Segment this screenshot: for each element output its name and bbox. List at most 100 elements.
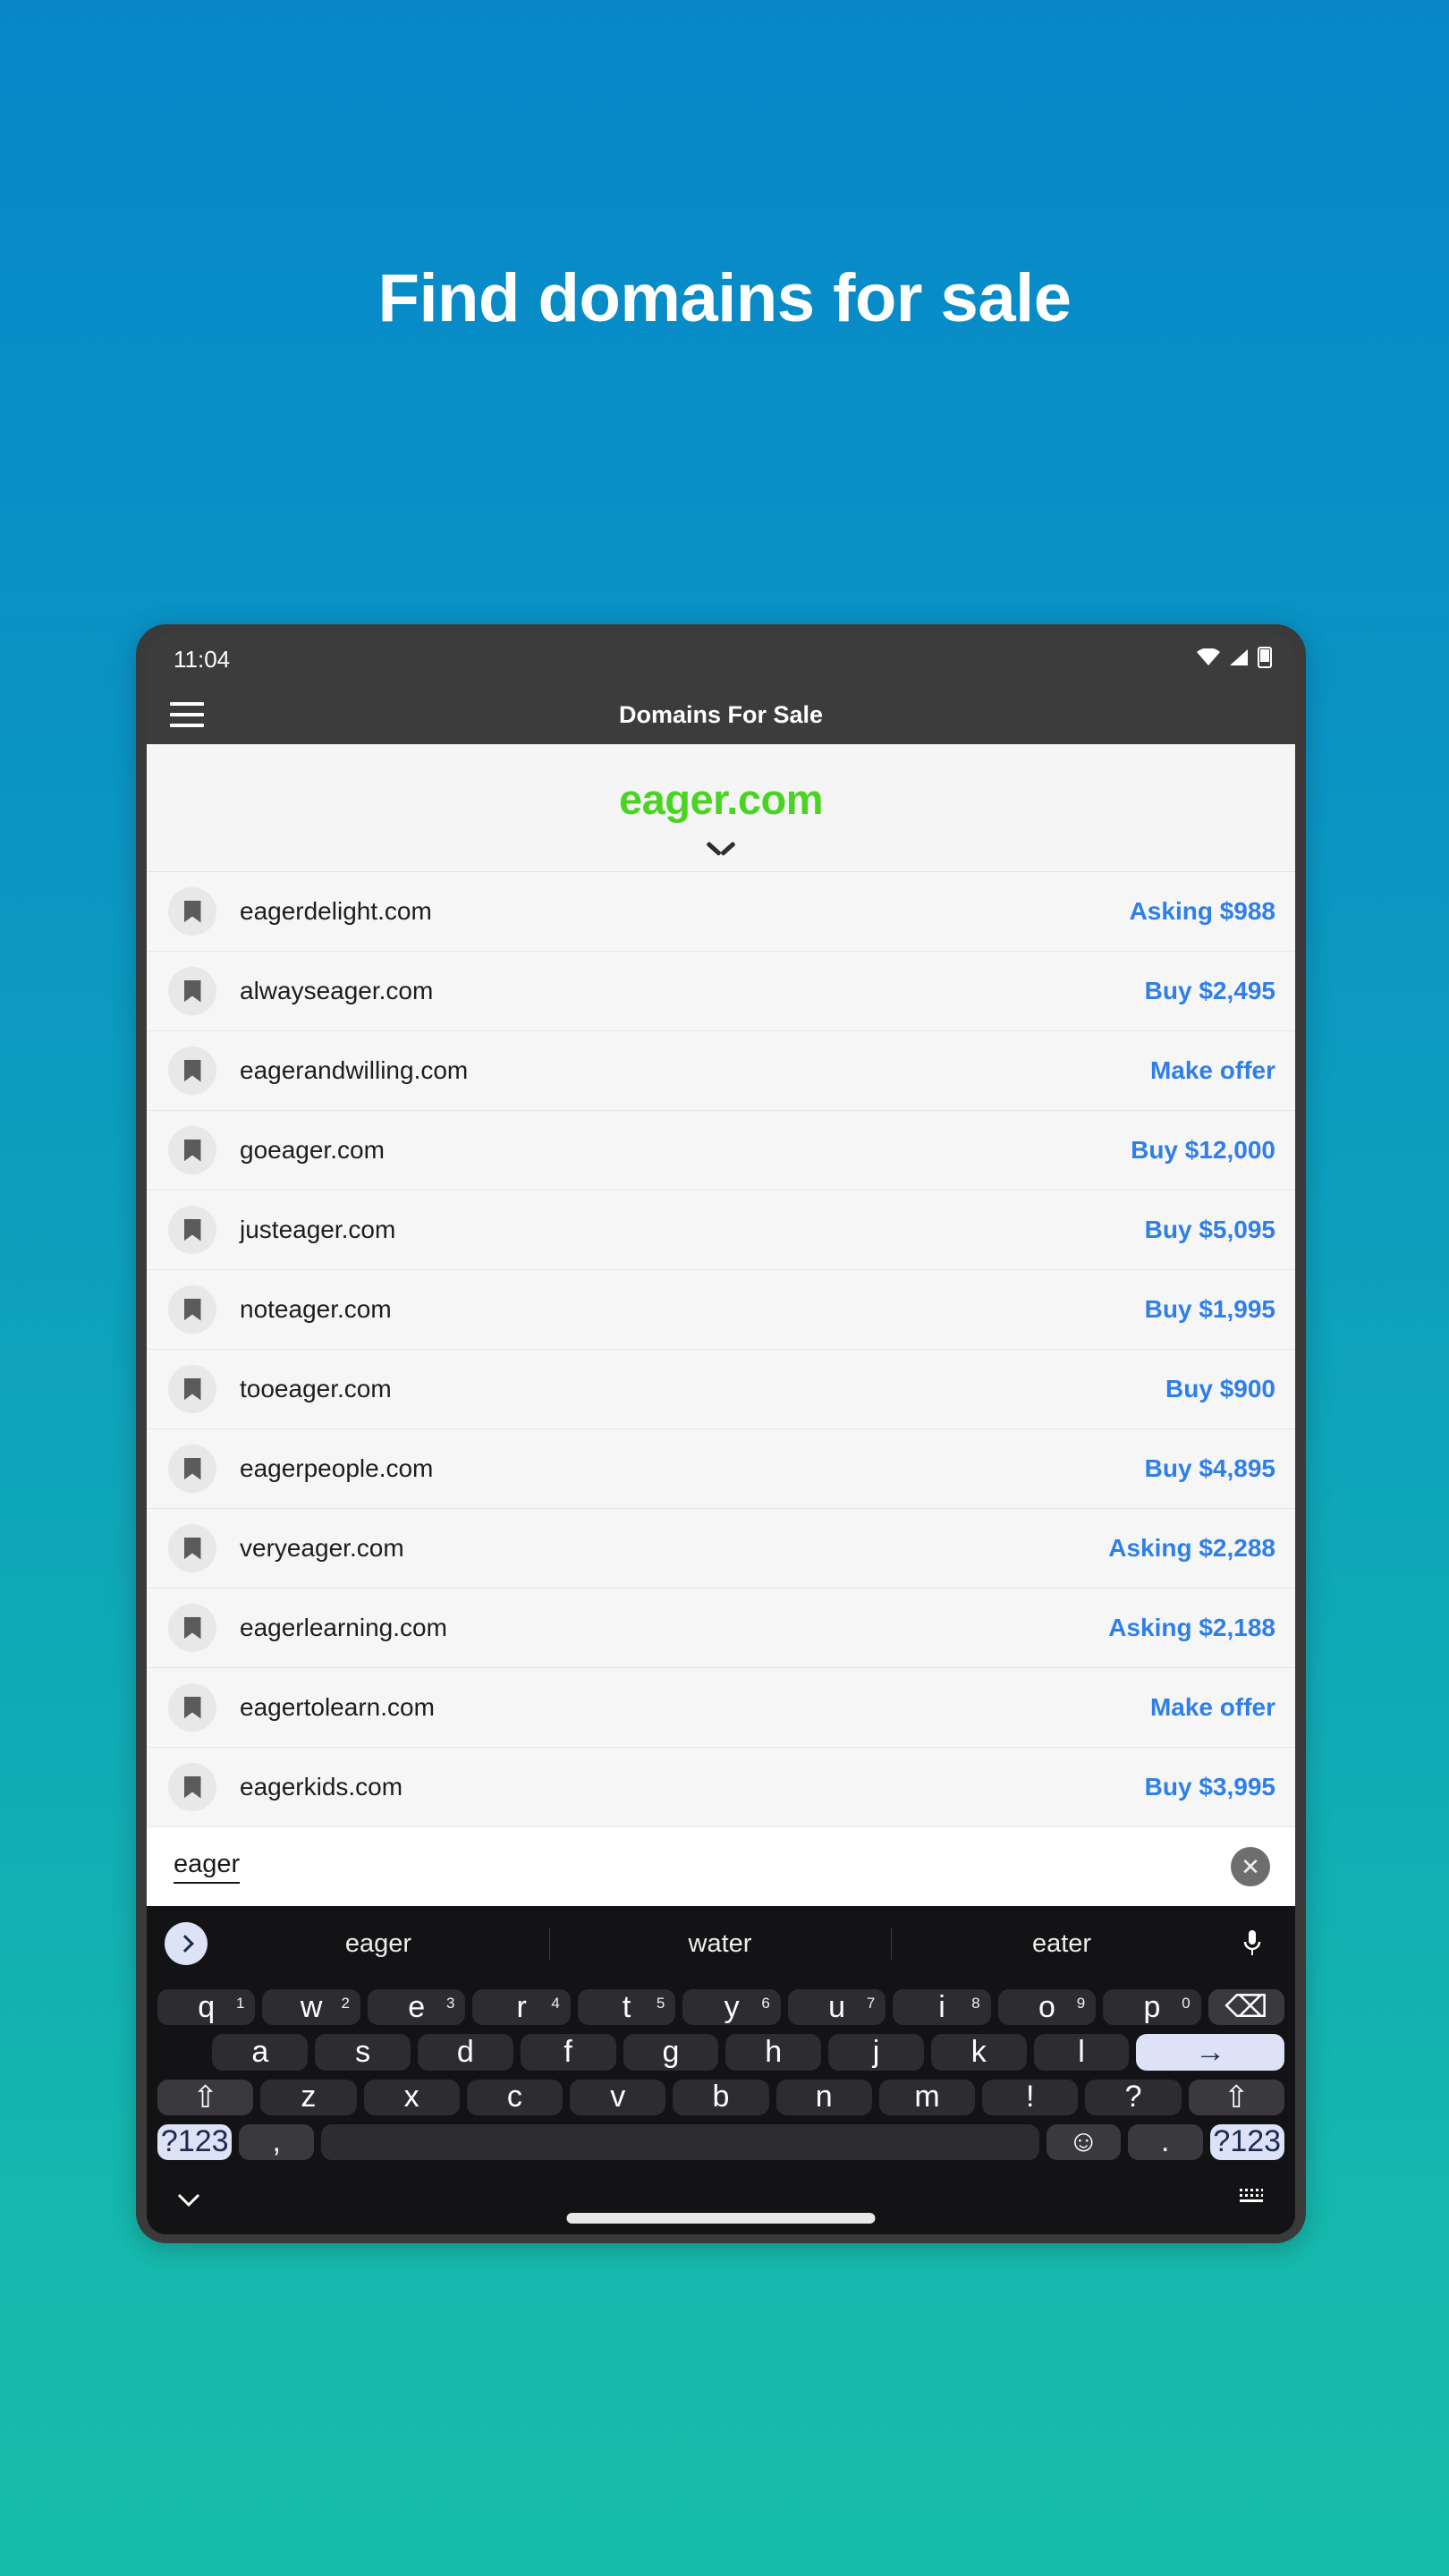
key-h[interactable]: h	[725, 2034, 822, 2071]
domain-price-action[interactable]: Make offer	[1150, 1693, 1275, 1722]
table-row[interactable]: eagertolearn.com Make offer	[147, 1668, 1295, 1748]
key-label: n	[815, 2080, 833, 2114]
domain-price-action[interactable]: Asking $2,288	[1108, 1534, 1275, 1563]
table-row[interactable]: goeager.com Buy $12,000	[147, 1111, 1295, 1191]
clear-search-icon[interactable]: ✕	[1231, 1847, 1270, 1886]
keyboard-icon[interactable]	[1238, 2187, 1265, 2213]
key-c[interactable]: c	[466, 2079, 564, 2115]
key-![interactable]: !	[982, 2079, 1079, 2115]
bookmark-icon[interactable]	[168, 1206, 216, 1254]
table-row[interactable]: justeager.com Buy $5,095	[147, 1191, 1295, 1270]
key-t[interactable]: 5t	[577, 1989, 676, 2026]
key-f[interactable]: f	[520, 2034, 616, 2071]
app-bar: Domains For Sale	[147, 685, 1295, 744]
key-r[interactable]: 4r	[472, 1989, 571, 2026]
domain-price-action[interactable]: Buy $2,495	[1145, 977, 1275, 1005]
row-spacer	[157, 2034, 205, 2070]
domain-price-action[interactable]: Asking $988	[1130, 897, 1275, 926]
key-v[interactable]: v	[570, 2079, 666, 2115]
emoji-key[interactable]: ☺	[1046, 2123, 1122, 2160]
bookmark-icon[interactable]	[168, 1683, 216, 1732]
enter-key[interactable]: →	[1136, 2034, 1284, 2071]
table-row[interactable]: alwayseager.com Buy $2,495	[147, 952, 1295, 1031]
key-s[interactable]: s	[315, 2034, 411, 2071]
key-superscript: 3	[445, 1995, 455, 2012]
period-key[interactable]: .	[1128, 2123, 1203, 2160]
table-row[interactable]: eagerkids.com Buy $3,995	[147, 1748, 1295, 1827]
domain-price-action[interactable]: Asking $2,188	[1108, 1614, 1275, 1642]
key-k[interactable]: k	[930, 2034, 1027, 2071]
key-superscript: 0	[1182, 1995, 1191, 2012]
key-d[interactable]: d	[417, 2034, 513, 2071]
domain-price-action[interactable]: Make offer	[1150, 1056, 1275, 1085]
domain-price-action[interactable]: Buy $1,995	[1145, 1295, 1275, 1324]
shift-key-right[interactable]: ⇧	[1188, 2079, 1284, 2115]
key-x[interactable]: x	[363, 2079, 460, 2115]
table-row[interactable]: noteager.com Buy $1,995	[147, 1270, 1295, 1350]
table-row[interactable]: tooeager.com Buy $900	[147, 1350, 1295, 1429]
hamburger-icon[interactable]	[170, 702, 204, 727]
search-bar[interactable]: eager ✕	[147, 1827, 1295, 1906]
key-label: ⌫	[1224, 1990, 1268, 2025]
key-superscript: 5	[656, 1995, 665, 2012]
key-g[interactable]: g	[623, 2034, 719, 2071]
bookmark-icon[interactable]	[168, 1365, 216, 1413]
bookmark-icon[interactable]	[168, 1285, 216, 1334]
domain-price-action[interactable]: Buy $4,895	[1145, 1454, 1275, 1483]
table-row[interactable]: eagerlearning.com Asking $2,188	[147, 1589, 1295, 1668]
key-a[interactable]: a	[212, 2034, 309, 2071]
key-q[interactable]: 1q	[157, 1989, 256, 2026]
key-j[interactable]: j	[828, 2034, 924, 2071]
key-e[interactable]: 3e	[367, 1989, 466, 2026]
table-row[interactable]: eagerdelight.com Asking $988	[147, 872, 1295, 952]
key-label: a	[251, 2034, 269, 2069]
key-?[interactable]: ?	[1085, 2079, 1182, 2115]
suggestion-item[interactable]: eager	[208, 1929, 549, 1959]
key-o[interactable]: 9o	[997, 1989, 1097, 2026]
key-y[interactable]: 6y	[682, 1989, 781, 2026]
table-row[interactable]: veryeager.com Asking $2,288	[147, 1509, 1295, 1589]
domain-price-action[interactable]: Buy $12,000	[1131, 1136, 1275, 1165]
hide-keyboard-icon[interactable]	[177, 2186, 200, 2213]
key-i[interactable]: 8i	[893, 1989, 991, 2026]
bookmark-icon[interactable]	[168, 1604, 216, 1652]
domain-header-card[interactable]: eager.com	[147, 744, 1295, 872]
bookmark-icon[interactable]	[168, 1445, 216, 1493]
bookmark-icon[interactable]	[168, 967, 216, 1015]
status-icon-group	[1197, 646, 1272, 673]
chevron-down-icon[interactable]	[708, 840, 734, 855]
domain-price-action[interactable]: Buy $5,095	[1145, 1216, 1275, 1244]
symbols-key-left[interactable]: ?123	[157, 2123, 233, 2160]
key-b[interactable]: b	[673, 2079, 769, 2115]
domain-price-action[interactable]: Buy $3,995	[1145, 1773, 1275, 1801]
key-w[interactable]: 2w	[262, 1989, 360, 2026]
symbols-key-right[interactable]: ?123	[1209, 2123, 1284, 2160]
backspace-key[interactable]: ⌫	[1208, 1989, 1285, 2026]
bookmark-icon[interactable]	[168, 1046, 216, 1095]
key-m[interactable]: m	[878, 2079, 976, 2115]
current-domain-label: eager.com	[618, 775, 824, 823]
chevron-right-icon[interactable]	[165, 1922, 208, 1965]
shift-key-left[interactable]: ⇧	[157, 2079, 254, 2115]
key-z[interactable]: z	[260, 2079, 357, 2115]
key-p[interactable]: 0p	[1103, 1989, 1201, 2026]
key-n[interactable]: n	[775, 2079, 872, 2115]
bookmark-icon[interactable]	[168, 1763, 216, 1811]
suggestion-item[interactable]: water	[549, 1929, 891, 1959]
domain-name-label: alwayseager.com	[240, 977, 434, 1004]
bookmark-icon[interactable]	[168, 1524, 216, 1572]
bookmark-icon[interactable]	[168, 887, 216, 936]
bookmark-icon[interactable]	[168, 1126, 216, 1174]
table-row[interactable]: eagerpeople.com Buy $4,895	[147, 1429, 1295, 1509]
search-input[interactable]: eager	[174, 1850, 241, 1884]
suggestion-item[interactable]: eater	[891, 1929, 1233, 1959]
microphone-icon[interactable]	[1233, 1928, 1272, 1959]
key-l[interactable]: l	[1033, 2034, 1130, 2071]
home-indicator[interactable]	[566, 2213, 876, 2224]
domain-price-action[interactable]: Buy $900	[1165, 1375, 1275, 1403]
comma-key[interactable]: ,	[239, 2123, 314, 2160]
space-key[interactable]	[320, 2123, 1039, 2160]
key-label: k	[970, 2034, 987, 2069]
table-row[interactable]: eagerandwilling.com Make offer	[147, 1031, 1295, 1111]
key-u[interactable]: 7u	[787, 1989, 886, 2026]
